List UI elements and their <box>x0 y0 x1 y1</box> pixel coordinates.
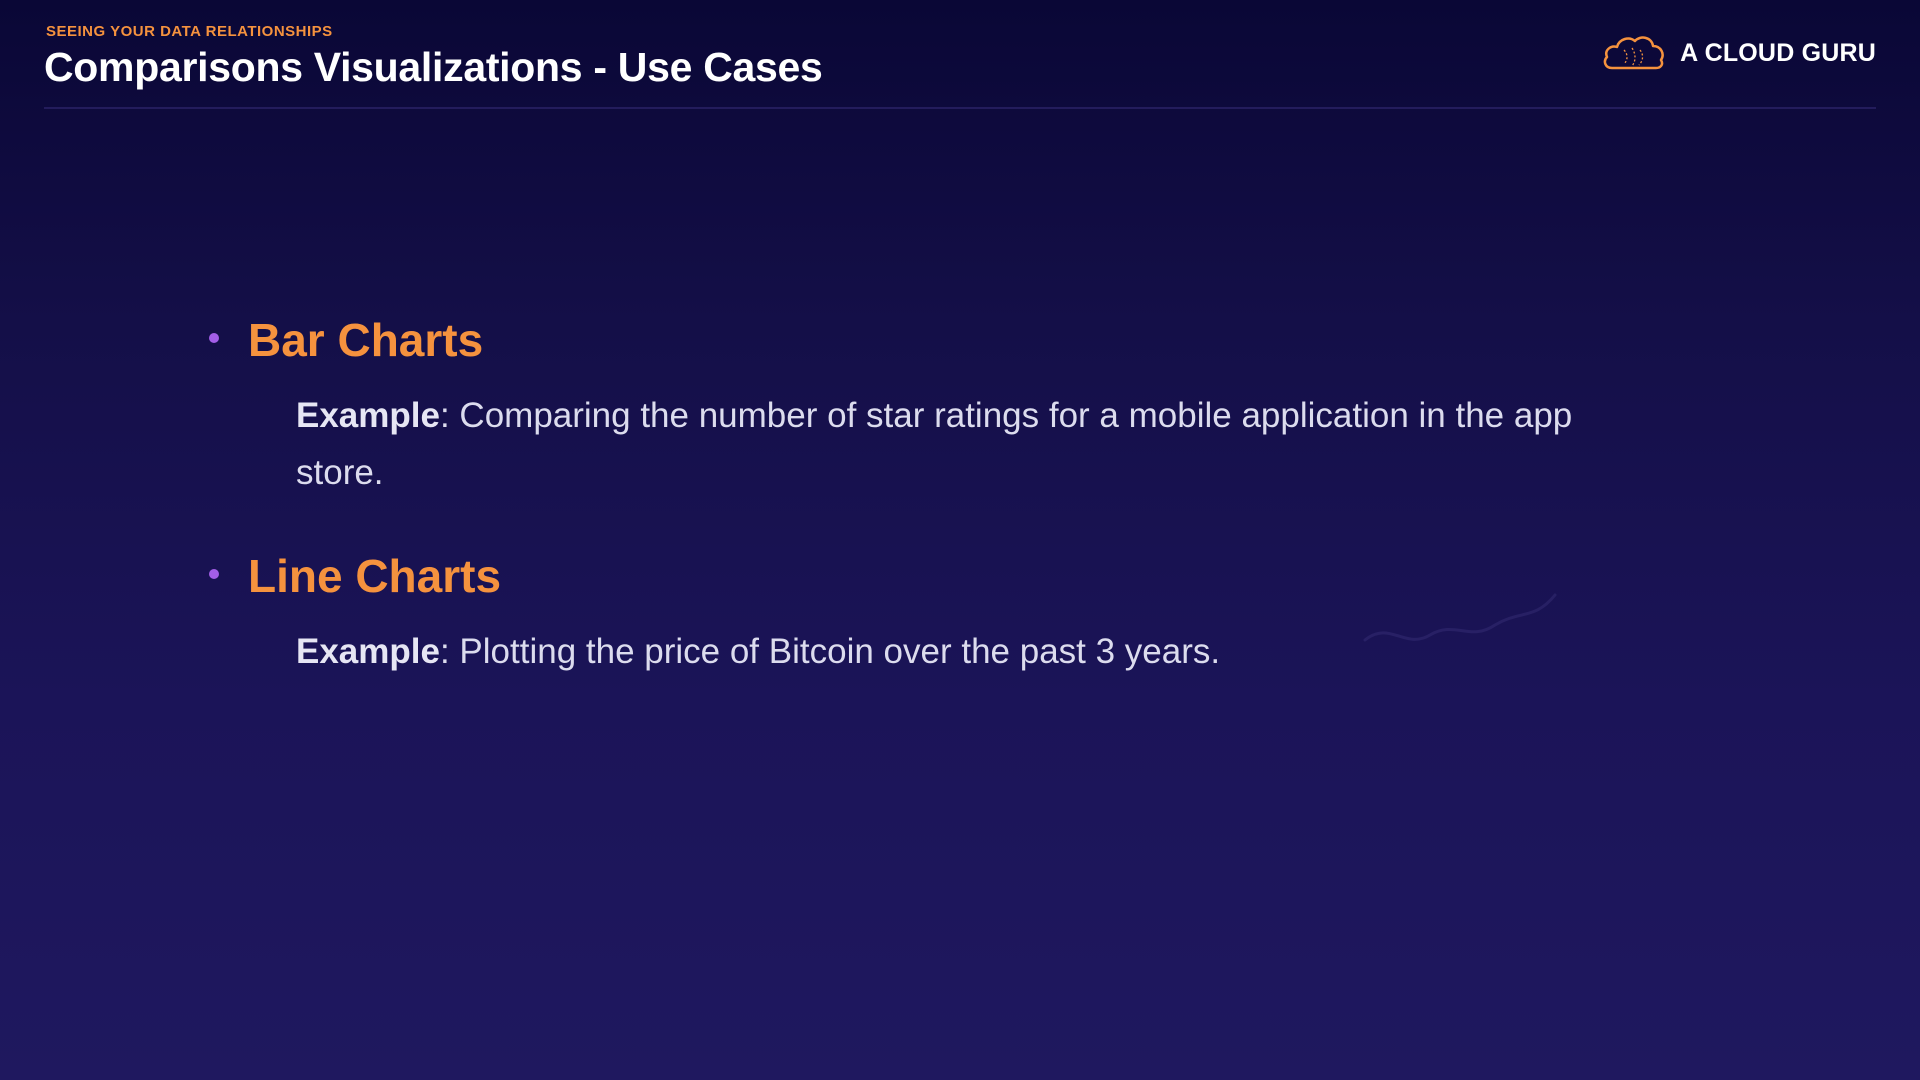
bullet-heading: Bar Charts <box>248 314 484 366</box>
example-label: Example <box>296 396 440 435</box>
bullet-example: Example: Comparing the number of star ra… <box>296 387 1596 501</box>
example-text: : Comparing the number of star ratings f… <box>296 396 1573 492</box>
section-eyebrow: SEEING YOUR DATA RELATIONSHIPS <box>46 23 333 40</box>
background-squiggle <box>1360 580 1560 665</box>
brand-logo: A CLOUD GURU <box>1602 34 1876 72</box>
example-text: : Plotting the price of Bitcoin over the… <box>439 632 1221 671</box>
brand-name: A CLOUD GURU <box>1680 38 1876 67</box>
bullet-dot <box>209 569 219 579</box>
bullet-dot <box>209 333 219 343</box>
cloud-logo-icon <box>1602 34 1666 72</box>
header-divider <box>44 107 1876 109</box>
slide-title: Comparisons Visualizations - Use Cases <box>44 44 823 90</box>
slide-header: SEEING YOUR DATA RELATIONSHIPS Compariso… <box>44 20 1876 108</box>
bullet-item: Bar Charts Example: Comparing the number… <box>205 305 1605 501</box>
example-label: Example <box>296 632 440 671</box>
